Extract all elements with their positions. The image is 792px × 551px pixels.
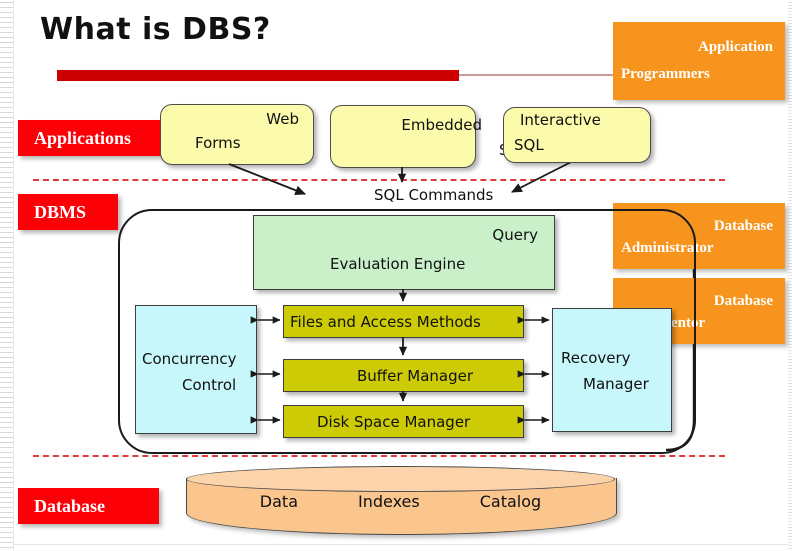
component-line2: Evaluation Engine xyxy=(330,255,466,273)
dashed-separator-bottom xyxy=(33,455,725,457)
app-box-line1: Interactive xyxy=(520,111,601,129)
app-box-line2: Forms xyxy=(195,134,241,152)
dashed-separator-top xyxy=(33,179,725,181)
section-chip-database: Database xyxy=(18,488,159,524)
right-decorative-strip xyxy=(788,0,792,551)
cylinder-label-indexes: Indexes xyxy=(358,492,420,511)
app-box-line1: Embedded xyxy=(401,116,482,134)
title-underline-thin xyxy=(459,74,619,76)
slide-canvas: What is DBS? Applications DBMS Database … xyxy=(0,0,792,551)
actor-line1: Database xyxy=(713,292,773,309)
database-cylinder: Data Indexes Catalog xyxy=(186,466,617,535)
app-box-line1: Web xyxy=(266,110,299,128)
actor-application-programmers: Application Programmers xyxy=(613,22,785,100)
cylinder-label-catalog: Catalog xyxy=(479,492,542,511)
component-line1: Query xyxy=(492,226,538,244)
app-box-line2: SQL xyxy=(514,136,544,154)
component-label: Buffer Manager xyxy=(357,366,474,385)
actor-line1: Application xyxy=(697,39,773,56)
component-disk-space-manager: Disk Space Manager xyxy=(283,405,524,438)
component-label: Files and Access Methods xyxy=(290,312,481,331)
section-chip-applications: Applications xyxy=(18,120,182,156)
component-concurrency-control: Concurrency Control xyxy=(135,305,257,434)
title-underline-bar xyxy=(57,70,459,81)
component-label: Disk Space Manager xyxy=(317,412,471,431)
page-title: What is DBS? xyxy=(40,12,271,47)
cylinder-labels: Data Indexes Catalog xyxy=(186,492,615,511)
actor-line2: Programmers xyxy=(621,65,710,82)
component-line1: Concurrency xyxy=(142,350,237,368)
app-box-embedded-sql: Embedded SQL xyxy=(330,105,529,168)
actor-line1: Database xyxy=(713,217,773,234)
component-recovery-manager: Recovery Manager xyxy=(552,308,672,432)
component-line2: Manager xyxy=(583,375,649,393)
component-query-evaluation-engine: Query Evaluation Engine xyxy=(253,215,555,290)
component-buffer-manager: Buffer Manager xyxy=(283,359,524,392)
sql-commands-label: SQL Commands xyxy=(374,186,494,204)
component-files-and-access-methods: Files and Access Methods xyxy=(283,305,524,338)
left-decorative-strip xyxy=(0,0,14,551)
bottom-hairline xyxy=(13,544,788,545)
component-line2: Control xyxy=(182,376,237,394)
component-line1: Recovery xyxy=(561,349,631,367)
cylinder-label-data: Data xyxy=(259,492,298,511)
cylinder-top-ellipse xyxy=(186,466,615,492)
app-box-web-forms: Web Forms xyxy=(160,104,314,165)
section-chip-dbms: DBMS xyxy=(18,194,118,230)
app-box-interactive-sql: Interactive SQL xyxy=(503,107,651,163)
